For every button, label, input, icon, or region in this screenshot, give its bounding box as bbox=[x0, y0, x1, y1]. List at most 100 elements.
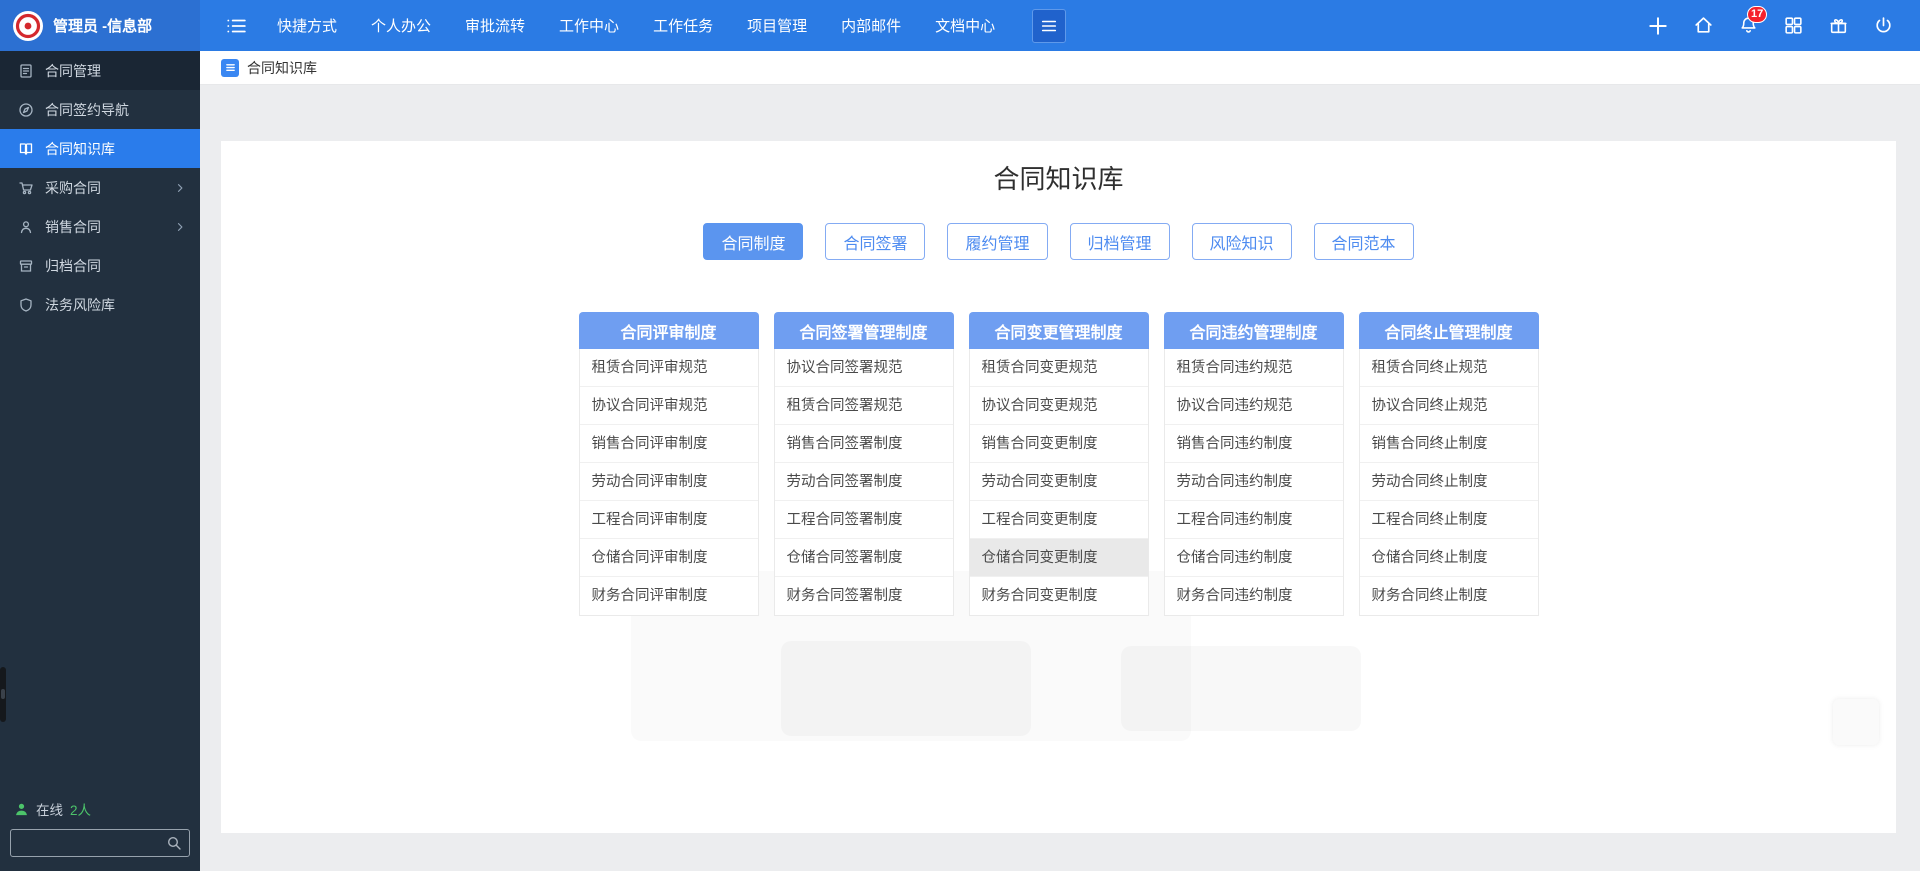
search-icon bbox=[166, 835, 182, 851]
sidebar-item-5[interactable]: 归档合同 bbox=[0, 246, 200, 285]
topbar-nav-item-4[interactable]: 工作任务 bbox=[636, 0, 730, 51]
tab-3[interactable]: 归档管理 bbox=[1070, 223, 1170, 260]
sidebar-item-0[interactable]: 合同管理 bbox=[0, 51, 200, 90]
home-icon bbox=[1693, 15, 1714, 36]
menu-fold-icon[interactable] bbox=[225, 15, 247, 37]
document-item[interactable]: 销售合同变更制度 bbox=[970, 425, 1148, 463]
document-item[interactable]: 协议合同变更规范 bbox=[970, 387, 1148, 425]
document-item[interactable]: 租赁合同变更规范 bbox=[970, 349, 1148, 387]
column-list: 协议合同签署规范租赁合同签署规范销售合同签署制度劳动合同签署制度工程合同签署制度… bbox=[774, 349, 954, 616]
topbar-nav-item-6[interactable]: 内部邮件 bbox=[824, 0, 918, 51]
sidebar-item-4[interactable]: 销售合同 bbox=[0, 207, 200, 246]
document-item[interactable]: 仓储合同评审制度 bbox=[580, 539, 758, 577]
document-item[interactable]: 销售合同签署制度 bbox=[775, 425, 953, 463]
topbar-nav-item-1[interactable]: 个人办公 bbox=[354, 0, 448, 51]
document-item[interactable]: 租赁合同违约规范 bbox=[1165, 349, 1343, 387]
document-item[interactable]: 财务合同终止制度 bbox=[1360, 577, 1538, 615]
document-item[interactable]: 销售合同违约制度 bbox=[1165, 425, 1343, 463]
topbar-nav-item-7[interactable]: 文档中心 bbox=[918, 0, 1012, 51]
document-item[interactable]: 租赁合同签署规范 bbox=[775, 387, 953, 425]
sidebar-item-label: 销售合同 bbox=[45, 217, 101, 237]
breadcrumb[interactable]: 合同知识库 bbox=[200, 51, 1920, 85]
chevron-right-icon bbox=[174, 221, 186, 233]
document-item[interactable]: 财务合同违约制度 bbox=[1165, 577, 1343, 615]
current-user-label: 管理员 -信息部 bbox=[53, 15, 152, 36]
document-item[interactable]: 工程合同变更制度 bbox=[970, 501, 1148, 539]
document-item[interactable]: 财务合同变更制度 bbox=[970, 577, 1148, 615]
brand-area[interactable]: 管理员 -信息部 bbox=[0, 0, 200, 51]
online-user-icon bbox=[14, 802, 29, 817]
breadcrumb-list-icon bbox=[221, 59, 239, 77]
topbar-nav: 快捷方式个人办公审批流转工作中心工作任务项目管理内部邮件文档中心 bbox=[260, 0, 1012, 51]
document-item[interactable]: 劳动合同违约制度 bbox=[1165, 463, 1343, 501]
document-item[interactable]: 劳动合同签署制度 bbox=[775, 463, 953, 501]
document-item[interactable]: 财务合同评审制度 bbox=[580, 577, 758, 615]
sidebar-search-input[interactable] bbox=[10, 829, 190, 857]
document-item[interactable]: 劳动合同终止制度 bbox=[1360, 463, 1538, 501]
document-item[interactable]: 仓储合同变更制度 bbox=[970, 539, 1148, 577]
topbar-nav-item-2[interactable]: 审批流转 bbox=[448, 0, 542, 51]
home-button[interactable] bbox=[1693, 15, 1714, 36]
tab-5[interactable]: 合同范本 bbox=[1314, 223, 1414, 260]
column-list: 租赁合同违约规范协议合同违约规范销售合同违约制度劳动合同违约制度工程合同违约制度… bbox=[1164, 349, 1344, 616]
document-item[interactable]: 协议合同终止规范 bbox=[1360, 387, 1538, 425]
sales-icon bbox=[18, 219, 34, 235]
column-header: 合同签署管理制度 bbox=[774, 312, 954, 349]
document-item[interactable]: 工程合同终止制度 bbox=[1360, 501, 1538, 539]
document-item[interactable]: 仓储合同签署制度 bbox=[775, 539, 953, 577]
gift-icon bbox=[1828, 15, 1849, 36]
sidebar-item-1[interactable]: 合同签约导航 bbox=[0, 90, 200, 129]
document-item[interactable]: 仓储合同违约制度 bbox=[1165, 539, 1343, 577]
topbar-nav-item-3[interactable]: 工作中心 bbox=[542, 0, 636, 51]
more-menu-button[interactable] bbox=[1032, 9, 1066, 43]
column-header: 合同评审制度 bbox=[579, 312, 759, 349]
content-panel: 合同知识库 合同制度合同签署履约管理归档管理风险知识合同范本 合同评审制度租赁合… bbox=[221, 141, 1896, 833]
tab-1[interactable]: 合同签署 bbox=[825, 223, 925, 260]
sidebar-item-2[interactable]: 合同知识库 bbox=[0, 129, 200, 168]
notifications-button[interactable]: 17 bbox=[1738, 15, 1759, 36]
hamburger-icon bbox=[1040, 17, 1058, 35]
document-item[interactable]: 销售合同评审制度 bbox=[580, 425, 758, 463]
document-item[interactable]: 工程合同签署制度 bbox=[775, 501, 953, 539]
backtop-button bbox=[1833, 699, 1879, 745]
add-button[interactable] bbox=[1647, 15, 1669, 37]
shield-icon bbox=[18, 297, 34, 313]
document-item[interactable]: 销售合同终止制度 bbox=[1360, 425, 1538, 463]
tab-2[interactable]: 履约管理 bbox=[947, 223, 1047, 260]
document-item[interactable]: 租赁合同评审规范 bbox=[580, 349, 758, 387]
sidebar-scrollbar[interactable] bbox=[0, 667, 6, 722]
sidebar-item-label: 归档合同 bbox=[45, 256, 101, 276]
book-icon bbox=[18, 141, 34, 157]
column-header: 合同终止管理制度 bbox=[1359, 312, 1539, 349]
document-item[interactable]: 财务合同签署制度 bbox=[775, 577, 953, 615]
tab-0[interactable]: 合同制度 bbox=[703, 223, 803, 260]
sidebar-item-label: 法务风险库 bbox=[45, 295, 115, 315]
column-list: 租赁合同评审规范协议合同评审规范销售合同评审制度劳动合同评审制度工程合同评审制度… bbox=[579, 349, 759, 616]
knowledge-column-0: 合同评审制度租赁合同评审规范协议合同评审规范销售合同评审制度劳动合同评审制度工程… bbox=[579, 312, 759, 616]
grid-icon bbox=[1783, 15, 1804, 36]
document-item[interactable]: 协议合同签署规范 bbox=[775, 349, 953, 387]
sidebar-item-3[interactable]: 采购合同 bbox=[0, 168, 200, 207]
document-item[interactable]: 工程合同违约制度 bbox=[1165, 501, 1343, 539]
notification-badge: 17 bbox=[1747, 6, 1767, 23]
topbar-nav-item-5[interactable]: 项目管理 bbox=[730, 0, 824, 51]
sidebar-item-6[interactable]: 法务风险库 bbox=[0, 285, 200, 324]
gift-button[interactable] bbox=[1828, 15, 1849, 36]
breadcrumb-label: 合同知识库 bbox=[247, 58, 317, 78]
document-item[interactable]: 协议合同评审规范 bbox=[580, 387, 758, 425]
document-item[interactable]: 工程合同评审制度 bbox=[580, 501, 758, 539]
document-item[interactable]: 租赁合同终止规范 bbox=[1360, 349, 1538, 387]
tab-4[interactable]: 风险知识 bbox=[1192, 223, 1292, 260]
plus-icon bbox=[1647, 15, 1669, 37]
document-item[interactable]: 劳动合同评审制度 bbox=[580, 463, 758, 501]
logout-button[interactable] bbox=[1873, 15, 1894, 36]
document-item[interactable]: 协议合同违约规范 bbox=[1165, 387, 1343, 425]
topbar-nav-item-0[interactable]: 快捷方式 bbox=[260, 0, 354, 51]
watermark-shape bbox=[781, 641, 1031, 736]
column-list: 租赁合同终止规范协议合同终止规范销售合同终止制度劳动合同终止制度工程合同终止制度… bbox=[1359, 349, 1539, 616]
document-item[interactable]: 劳动合同变更制度 bbox=[970, 463, 1148, 501]
sidebar-item-label: 采购合同 bbox=[45, 178, 101, 198]
document-item[interactable]: 仓储合同终止制度 bbox=[1360, 539, 1538, 577]
power-icon bbox=[1873, 15, 1894, 36]
apps-button[interactable] bbox=[1783, 15, 1804, 36]
